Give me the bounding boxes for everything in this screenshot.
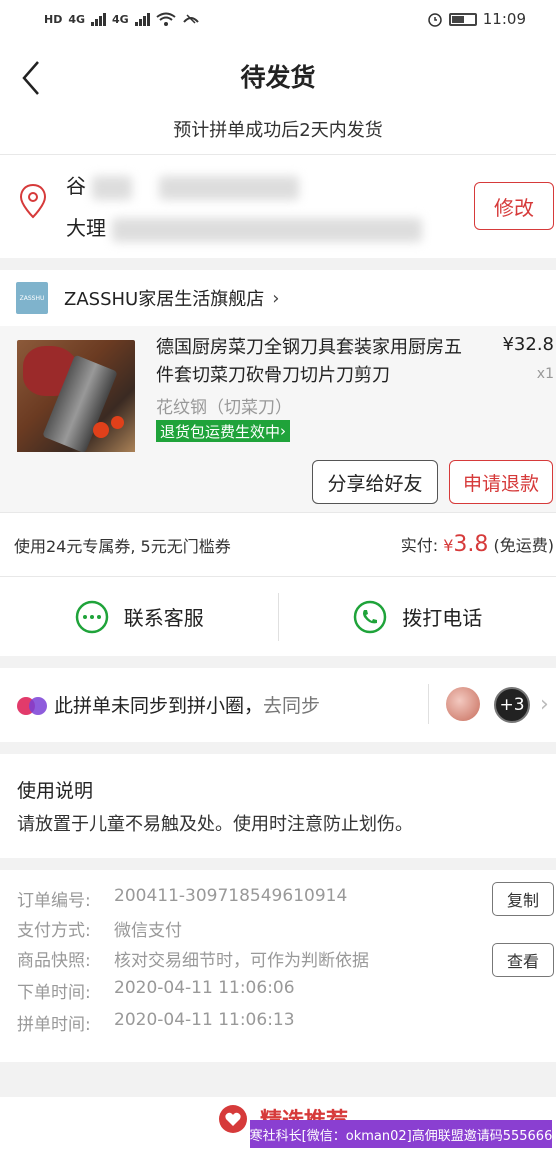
group-time: 2020-04-11 11:06:13: [114, 1010, 295, 1030]
refund-button[interactable]: 申请退款: [449, 460, 553, 504]
coupon-text: 使用24元专属券, 5元无门槛券: [14, 536, 231, 556]
heart-icon: [219, 1105, 247, 1133]
circle-hearts-icon: [17, 697, 47, 715]
return-shipping-badge[interactable]: 退货包运费生效中 ›: [156, 420, 291, 442]
product-sku: 花纹钢（切菜刀）: [156, 398, 292, 418]
payment-method-row: 支付方式: 微信支付: [17, 916, 182, 941]
sync-link[interactable]: 去同步: [263, 695, 320, 717]
more-members-badge: +3: [494, 687, 530, 723]
hd-label: HD: [44, 12, 63, 26]
snapshot-row: 商品快照: 核对交易细节时，可作为判断依据: [17, 946, 369, 971]
store-row[interactable]: ZASSHU ZASSHU家居生活旗舰店 ›: [0, 270, 556, 326]
battery-icon: [448, 12, 477, 26]
row-key: 支付方式:: [17, 921, 91, 941]
avatar: [446, 687, 480, 721]
product-price: ¥32.8: [502, 334, 554, 355]
payment-summary: 使用24元专属券, 5元无门槛券 实付: ¥3.8 (免运费): [0, 512, 556, 576]
edit-address-button[interactable]: 修改: [474, 182, 554, 230]
copy-button[interactable]: 复制: [492, 882, 554, 916]
chevron-right-icon: ›: [272, 287, 280, 309]
chevron-right-icon: ›: [540, 692, 549, 717]
group-time-row: 拼单时间: 2020-04-11 11:06:13: [17, 1010, 295, 1035]
row-key: 商品快照:: [17, 951, 91, 971]
sync-circle-row[interactable]: 此拼单未同步到拼小圈，去同步 +3 ›: [0, 668, 556, 742]
chat-bubble-icon: [75, 600, 108, 633]
sync-text: 此拼单未同步到拼小圈，: [54, 695, 264, 717]
missed-call-icon: [182, 14, 199, 24]
network-label-2: 4G: [112, 12, 129, 26]
order-detail-page: HD 4G 4G 11:09 待发货 预计拼单成功后2天内发货 谷 大理 修改 …: [0, 0, 556, 1155]
usage-title: 使用说明: [17, 780, 94, 802]
order-info-section: 订单编号: 200411-309718549610914 复制 支付方式: 微信…: [0, 870, 556, 1062]
share-button[interactable]: 分享给好友: [312, 460, 438, 504]
row-key: 下单时间:: [17, 983, 91, 1003]
row-key: 订单编号:: [17, 891, 91, 911]
call-phone-label: 拨打电话: [402, 606, 483, 630]
blurred-phone: [158, 175, 299, 200]
address-detail: 大理: [66, 212, 423, 242]
order-number: 200411-309718549610914: [114, 886, 348, 906]
paid-label: 实付:: [400, 536, 439, 555]
usage-body: 请放置于儿童不易触及处。使用时注意防止划伤。: [17, 814, 413, 835]
section-gap: [0, 742, 556, 754]
usage-section: 使用说明 请放置于儿童不易触及处。使用时注意防止划伤。: [0, 754, 556, 858]
order-number-row: 订单编号: 200411-309718549610914: [17, 886, 347, 911]
snapshot-text: 核对交易细节时，可作为判断依据: [114, 951, 369, 971]
signal-icon: [91, 12, 107, 26]
status-bar: HD 4G 4G 11:09: [0, 0, 556, 38]
chevron-right-icon: ›: [280, 422, 287, 440]
product-title: 德国厨房菜刀全钢刀具套装家用厨房五件套切菜刀砍骨刀切片刀剪刀: [156, 337, 462, 386]
product-card[interactable]: 德国厨房菜刀全钢刀具套装家用厨房五件套切菜刀砍骨刀切片刀剪刀 ¥32.8 x1 …: [0, 326, 556, 458]
address-name-text: 谷: [66, 174, 86, 198]
phone-icon: [354, 600, 387, 633]
order-time-row: 下单时间: 2020-04-11 11:06:06: [17, 978, 295, 1003]
page-subtitle: 预计拼单成功后2天内发货: [0, 116, 556, 154]
store-logo: ZASSHU: [16, 282, 48, 314]
page-header: 待发货: [0, 38, 556, 116]
payment-method: 微信支付: [114, 921, 182, 941]
contact-service-label: 联系客服: [123, 606, 204, 630]
watermark-banner: 寒社科长[微信：okman02]高佣联盟邀请码555666: [250, 1120, 552, 1148]
blurred-address: [112, 217, 423, 242]
signal-icon-2: [134, 12, 150, 26]
section-gap: [0, 656, 556, 668]
wifi-icon: [156, 12, 176, 26]
shipping-note: (免运费): [493, 536, 555, 555]
badge-label: 退货包运费生效中: [160, 422, 281, 441]
contact-bar: 联系客服 拨打电话: [0, 576, 556, 656]
page-title: 待发货: [240, 63, 316, 92]
view-snapshot-button[interactable]: 查看: [492, 943, 554, 977]
currency-symbol: ¥: [443, 536, 454, 555]
store-name: ZASSHU家居生活旗舰店: [64, 289, 265, 310]
order-time: 2020-04-11 11:06:06: [114, 978, 295, 998]
section-gap: [0, 858, 556, 870]
paid-amount: 实付: ¥3.8 (免运费): [401, 532, 554, 557]
network-label: 4G: [68, 12, 86, 26]
row-key: 拼单时间:: [17, 1015, 91, 1035]
address-section[interactable]: 谷 大理 修改: [0, 155, 556, 258]
product-quantity: x1: [536, 366, 554, 382]
address-detail-text: 大理: [66, 216, 106, 240]
blurred-name: [92, 175, 133, 200]
section-gap: [0, 258, 556, 270]
product-actions: 分享给好友 申请退款: [0, 452, 556, 512]
paid-value: 3.8: [453, 532, 489, 557]
location-pin-icon: [19, 183, 47, 219]
alarm-icon: [428, 13, 442, 27]
address-name: 谷: [66, 170, 299, 200]
separator: [428, 684, 429, 724]
call-phone-button[interactable]: 拨打电话: [279, 599, 556, 635]
status-time: 11:09: [482, 10, 526, 28]
sync-message: 此拼单未同步到拼小圈，去同步: [54, 691, 320, 718]
product-image: [17, 340, 135, 458]
contact-service-button[interactable]: 联系客服: [0, 599, 278, 635]
